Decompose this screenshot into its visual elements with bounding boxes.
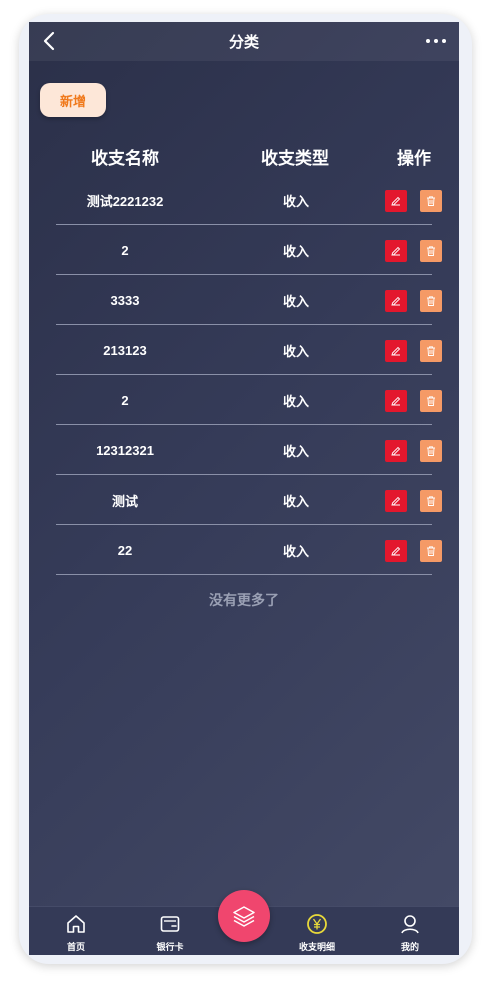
trash-icon — [427, 446, 435, 456]
no-more-text: 没有更多了 — [209, 592, 279, 608]
row-divider — [56, 574, 432, 575]
table-row: 22 收入 — [56, 525, 442, 575]
pencil-icon — [391, 246, 401, 256]
row-type: 收入 — [282, 343, 309, 359]
pencil-icon — [391, 496, 401, 506]
nav-bar: 分类 — [29, 22, 459, 61]
trash-icon — [427, 546, 435, 556]
delete-button[interactable] — [420, 290, 442, 312]
table-row: 2 收入 — [56, 225, 442, 275]
edit-button[interactable] — [385, 540, 407, 562]
pencil-icon — [391, 196, 401, 206]
pencil-icon — [391, 396, 401, 406]
tab-bank-card[interactable]: 银行卡 — [140, 907, 200, 955]
edit-button[interactable] — [385, 340, 407, 362]
row-name: 213123 — [103, 342, 147, 358]
table-row: 测试2221232 收入 — [56, 175, 442, 225]
row-type: 收入 — [282, 543, 309, 559]
app-screen: 分类 新增 收支名称 收支类型 操作 测试2221232 收入 2 收入 333… — [29, 22, 459, 955]
yen-coin-icon — [307, 914, 327, 934]
row-type: 收入 — [282, 393, 309, 409]
tab-home-label: 首页 — [66, 942, 85, 952]
pencil-icon — [391, 296, 401, 306]
delete-button[interactable] — [420, 190, 442, 212]
row-name: 测试2221232 — [86, 193, 164, 209]
edit-button[interactable] — [385, 490, 407, 512]
column-header-name: 收支名称 — [91, 149, 159, 168]
delete-button[interactable] — [420, 490, 442, 512]
row-name: 2 — [121, 392, 129, 408]
trash-icon — [427, 346, 435, 356]
trash-icon — [427, 396, 435, 406]
tab-profile[interactable]: 我的 — [380, 907, 440, 955]
user-icon — [401, 915, 419, 934]
delete-button[interactable] — [420, 540, 442, 562]
trash-icon — [427, 246, 435, 256]
page-title: 分类 — [228, 34, 259, 51]
edit-button[interactable] — [385, 290, 407, 312]
tab-profile-label: 我的 — [400, 942, 419, 952]
wallet-icon — [160, 916, 180, 932]
table-row: 2 收入 — [56, 375, 442, 425]
trash-icon — [427, 496, 435, 506]
delete-button[interactable] — [420, 240, 442, 262]
row-name: 12312321 — [96, 442, 154, 458]
home-icon — [67, 915, 85, 933]
column-header-actions: 操作 — [397, 149, 431, 168]
layers-icon — [233, 906, 255, 927]
delete-button[interactable] — [420, 440, 442, 462]
row-name: 测试 — [111, 493, 138, 509]
table-row: 213123 收入 — [56, 325, 442, 375]
row-type: 收入 — [282, 443, 309, 459]
table-row: 12312321 收入 — [56, 425, 442, 475]
table-row: 测试 收入 — [56, 475, 442, 525]
more-icon[interactable] — [425, 31, 447, 51]
row-type: 收入 — [282, 193, 309, 209]
center-action-button[interactable] — [218, 890, 270, 942]
add-button[interactable]: 新增 — [40, 83, 106, 117]
row-name: 22 — [117, 542, 133, 558]
pencil-icon — [391, 546, 401, 556]
edit-button[interactable] — [385, 390, 407, 412]
tab-transactions-label: 收支明细 — [298, 942, 335, 952]
trash-icon — [427, 196, 435, 206]
tab-home[interactable]: 首页 — [46, 907, 106, 955]
tab-bank-card-label: 银行卡 — [156, 942, 184, 952]
delete-button[interactable] — [420, 340, 442, 362]
row-type: 收入 — [282, 243, 309, 259]
edit-button[interactable] — [385, 440, 407, 462]
edit-button[interactable] — [385, 190, 407, 212]
tab-transactions[interactable]: 收支明细 — [287, 907, 347, 955]
trash-icon — [427, 296, 435, 306]
back-arrow-icon[interactable] — [39, 30, 61, 52]
pencil-icon — [391, 346, 401, 356]
table-row: 3333 收入 — [56, 275, 442, 325]
column-header-type: 收支类型 — [261, 149, 329, 168]
edit-button[interactable] — [385, 240, 407, 262]
pencil-icon — [391, 446, 401, 456]
row-type: 收入 — [282, 293, 309, 309]
row-name: 2 — [121, 242, 129, 258]
delete-button[interactable] — [420, 390, 442, 412]
row-name: 3333 — [110, 292, 140, 308]
row-type: 收入 — [282, 493, 309, 509]
